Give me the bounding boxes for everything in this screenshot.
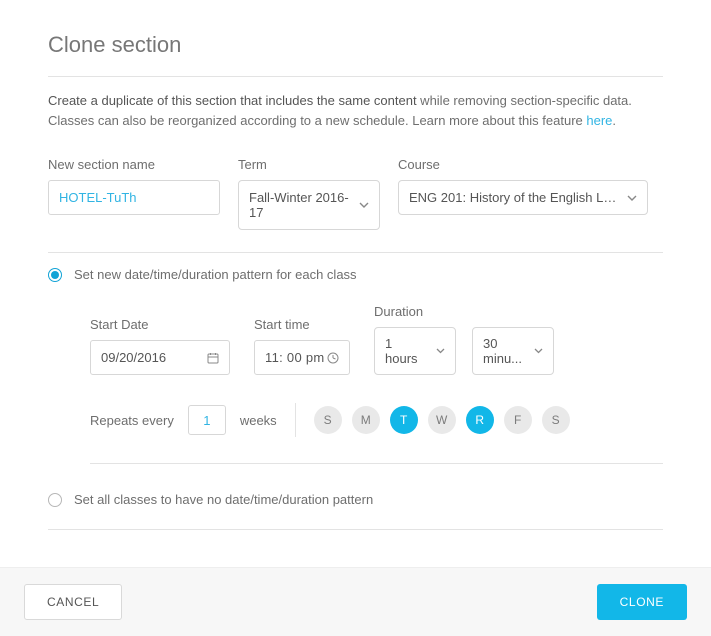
course-value: ENG 201: History of the English Lang...	[409, 190, 619, 205]
chevron-down-icon	[627, 195, 637, 201]
learn-more-link[interactable]: here	[586, 113, 612, 128]
description-strong: Create a duplicate of this section that …	[48, 93, 417, 108]
day-fri[interactable]: F	[504, 406, 532, 434]
clone-button[interactable]: CLONE	[597, 584, 687, 620]
duration-label: Duration	[374, 304, 554, 319]
day-thu[interactable]: R	[466, 406, 494, 434]
clock-icon	[327, 352, 339, 364]
weekday-picker: S M T W R F S	[314, 406, 570, 434]
no-pattern-radio[interactable]	[48, 493, 62, 507]
duration-minutes-select[interactable]: 30 minu...	[472, 327, 554, 375]
duration-hours-value: 1 hours	[385, 336, 428, 366]
description-after: .	[612, 113, 616, 128]
divider	[48, 529, 663, 530]
pattern-radio-label: Set new date/time/duration pattern for e…	[74, 267, 357, 282]
description: Create a duplicate of this section that …	[48, 91, 663, 131]
section-name-input[interactable]: HOTEL-TuTh	[48, 180, 220, 215]
repeats-label: Repeats every	[90, 413, 174, 428]
course-select[interactable]: ENG 201: History of the English Lang...	[398, 180, 648, 215]
term-label: Term	[238, 157, 380, 172]
day-wed[interactable]: W	[428, 406, 456, 434]
page-title: Clone section	[48, 32, 663, 58]
day-tue[interactable]: T	[390, 406, 418, 434]
no-pattern-radio-label: Set all classes to have no date/time/dur…	[74, 492, 373, 507]
section-name-label: New section name	[48, 157, 220, 172]
dialog-footer: CANCEL CLONE	[0, 567, 711, 636]
start-time-label: Start time	[254, 317, 350, 332]
course-label: Course	[398, 157, 648, 172]
day-mon[interactable]: M	[352, 406, 380, 434]
calendar-icon	[207, 352, 219, 364]
day-sun[interactable]: S	[314, 406, 342, 434]
duration-minutes-value: 30 minu...	[483, 336, 526, 366]
repeats-unit: weeks	[240, 413, 277, 428]
pattern-radio[interactable]	[48, 268, 62, 282]
start-date-input[interactable]: 09/20/2016	[90, 340, 230, 375]
start-date-value: 09/20/2016	[101, 350, 166, 365]
day-sat[interactable]: S	[542, 406, 570, 434]
repeats-input[interactable]: 1	[188, 405, 226, 435]
vertical-divider	[295, 403, 296, 437]
divider	[48, 76, 663, 77]
term-value: Fall-Winter 2016-17	[249, 190, 351, 220]
start-date-label: Start Date	[90, 317, 230, 332]
chevron-down-icon	[436, 348, 445, 354]
start-time-value: 11: 00 pm	[265, 350, 325, 365]
chevron-down-icon	[359, 202, 369, 208]
chevron-down-icon	[534, 348, 543, 354]
start-time-input[interactable]: 11: 00 pm	[254, 340, 350, 375]
cancel-button[interactable]: CANCEL	[24, 584, 122, 620]
duration-hours-select[interactable]: 1 hours	[374, 327, 456, 375]
term-select[interactable]: Fall-Winter 2016-17	[238, 180, 380, 230]
divider	[48, 252, 663, 253]
